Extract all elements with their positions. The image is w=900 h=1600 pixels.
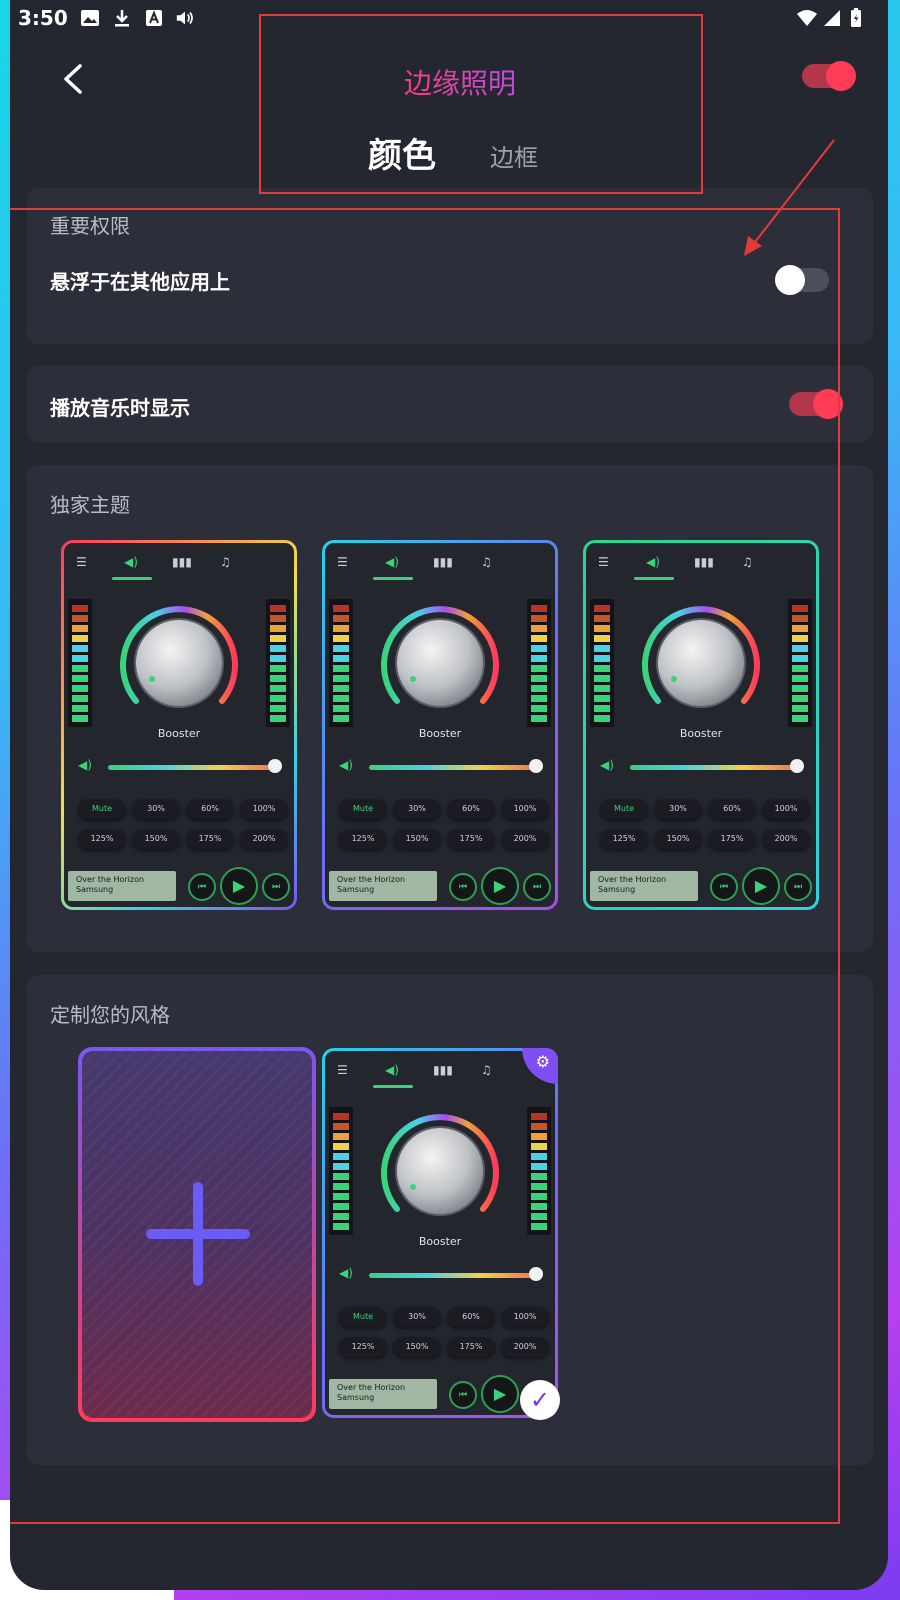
master-toggle[interactable] <box>802 61 856 91</box>
app-screen: 边缘照明 颜色 边框 重要权限 悬浮于在其他应用上 播放音乐时显示 独家主题 ☰… <box>10 0 888 1590</box>
signal-icon <box>824 10 840 26</box>
annotation-box-header <box>259 14 703 194</box>
annotation-box-content <box>10 208 840 1524</box>
annotation-arrow <box>744 139 835 256</box>
volume-icon <box>176 11 193 25</box>
status-bar: 3:50 <box>0 0 900 36</box>
wifi-icon <box>797 10 817 26</box>
status-time: 3:50 <box>18 6 68 30</box>
battery-icon <box>851 8 861 27</box>
image-icon <box>81 10 99 26</box>
back-arrow-icon[interactable] <box>60 62 88 96</box>
font-icon <box>146 10 162 26</box>
download-icon <box>115 10 129 27</box>
